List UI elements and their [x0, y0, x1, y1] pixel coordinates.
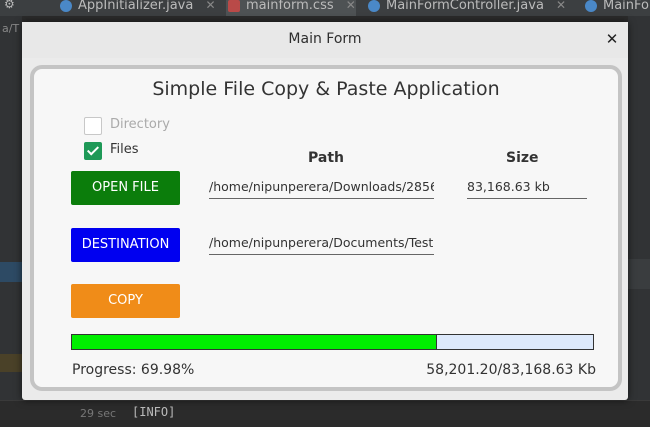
- checkbox-label: Directory: [110, 117, 170, 132]
- path-column-header: Path: [308, 150, 344, 166]
- ide-tab-mainformcontroller[interactable]: MainFormController.java ✕: [366, 0, 566, 16]
- open-file-button[interactable]: OPEN FILE: [71, 171, 180, 205]
- css-file-icon: [228, 0, 240, 12]
- ide-tab-label: mainform.css: [246, 0, 334, 13]
- checkbox-box[interactable]: [84, 117, 102, 135]
- destination-button[interactable]: DESTINATION: [71, 228, 180, 262]
- progress-bytes-label: 58,201.20/83,168.63 Kb: [426, 362, 596, 378]
- progress-fill: [72, 335, 437, 349]
- source-size-field[interactable]: 83,168.63 kb: [467, 176, 587, 199]
- ide-tab-bar: ⚙ AppInitializer.java ✕ mainform.css ✕ M…: [0, 0, 650, 16]
- ide-tab-mainfor[interactable]: MainFor: [583, 0, 650, 16]
- source-path-field[interactable]: /home/nipunperera/Downloads/2856: [209, 176, 434, 199]
- editor-scroll-block: [628, 259, 650, 289]
- ide-project-panel: a/T: [0, 16, 22, 426]
- close-icon[interactable]: ✕: [346, 0, 356, 12]
- console-timestamp: 29 sec: [80, 407, 117, 420]
- close-icon[interactable]: ✕: [556, 0, 566, 12]
- project-path-fragment: a/T: [2, 22, 20, 35]
- ide-tab-appinitializer[interactable]: AppInitializer.java ✕: [58, 0, 216, 16]
- selected-row-highlight: [0, 262, 22, 282]
- checkbox-label: Files: [110, 142, 139, 157]
- ide-tab-mainform-css[interactable]: mainform.css ✕: [226, 0, 356, 16]
- copy-button[interactable]: COPY: [71, 284, 180, 318]
- ide-tab-label: MainFor: [603, 0, 650, 13]
- ide-tab-label: MainFormController.java: [386, 0, 544, 13]
- close-icon[interactable]: ✕: [603, 29, 621, 49]
- ide-console: 29 sec [INFO]: [0, 400, 650, 427]
- gear-icon[interactable]: ⚙: [4, 0, 15, 11]
- java-class-icon: [585, 0, 597, 12]
- java-class-icon: [368, 0, 380, 12]
- ide-editor-edge: [628, 16, 650, 426]
- main-form-window: Main Form ✕ Simple File Copy & Paste App…: [22, 22, 628, 400]
- ide-tab-label: AppInitializer.java: [78, 0, 194, 13]
- warning-row-highlight: [0, 354, 22, 372]
- close-icon[interactable]: ✕: [205, 0, 215, 12]
- window-titlebar[interactable]: Main Form ✕: [22, 22, 628, 58]
- copy-progress-bar: [71, 334, 594, 350]
- checkbox-checked-icon[interactable]: [84, 142, 102, 160]
- window-title: Main Form: [288, 31, 362, 47]
- content-panel: Simple File Copy & Paste Application Dir…: [30, 65, 622, 391]
- size-column-header: Size: [506, 150, 539, 166]
- console-output: [INFO]: [132, 405, 176, 419]
- java-class-icon: [60, 0, 72, 12]
- destination-path-field[interactable]: /home/nipunperera/Documents/Test: [209, 232, 434, 255]
- app-title: Simple File Copy & Paste Application: [152, 78, 500, 100]
- progress-percent-label: Progress: 69.98%: [72, 362, 195, 378]
